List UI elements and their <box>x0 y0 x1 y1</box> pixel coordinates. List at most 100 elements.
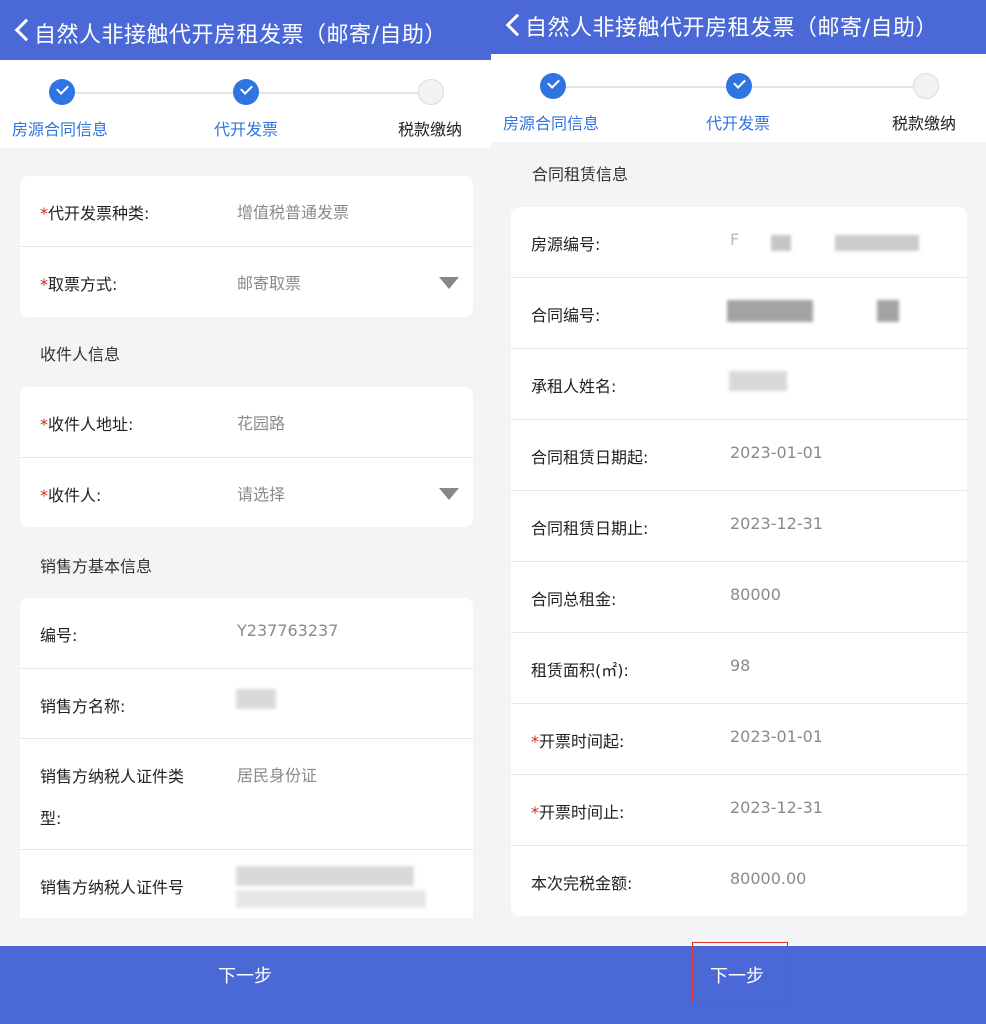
lease-start-value: 2023-01-01 <box>730 443 823 462</box>
page-title: 自然人非接触代开房租发票（邮寄/自助） <box>34 23 447 48</box>
required-mark: * <box>531 732 539 751</box>
step-label-invoice: 代开发票 <box>214 120 279 139</box>
dropdown-triangle-icon[interactable] <box>439 488 459 500</box>
redacted-seller-id <box>236 866 414 886</box>
total-rent-row: 合同总租金: 80000 <box>511 561 967 632</box>
seller-id-type-label-2: 型: <box>40 809 62 828</box>
recipient-address-value: 花园路 <box>237 414 286 433</box>
step-label-tax: 税款缴纳 <box>398 120 463 139</box>
tax-amount-label: 本次完税金额: <box>531 874 633 893</box>
lease-end-label: 合同租赁日期止: <box>531 519 649 538</box>
invoice-end-label: 开票时间止: <box>539 803 625 822</box>
step-connector <box>739 86 925 88</box>
step-pending-icon <box>913 73 939 99</box>
step-label-invoice: 代开发票 <box>706 114 771 133</box>
recipient-address-label: 收件人地址: <box>48 415 134 434</box>
seller-id-number-label: 销售方纳税人证件号 <box>40 878 185 897</box>
invoice-start-value[interactable]: 2023-01-01 <box>730 727 823 746</box>
progress-steps: 房源合同信息 代开发票 税款缴纳 <box>0 60 491 148</box>
property-no-label: 房源编号: <box>531 235 601 254</box>
seller-id-type-label-1: 销售方纳税人证件类 <box>40 767 185 786</box>
recipient-address-row[interactable]: *收件人地址: 花园路 <box>20 387 473 457</box>
redacted-contract-no <box>727 300 813 322</box>
step-label-property: 房源合同信息 <box>503 114 600 133</box>
bottom-action-bar: 下一步 <box>0 946 491 1024</box>
required-mark: * <box>531 803 539 822</box>
contract-card: 房源编号: F 合同编号: 承租人姓名: 合同租赁日期起: 2023-01-01… <box>511 207 967 916</box>
seller-section-title: 销售方基本信息 <box>40 557 153 576</box>
tax-amount-row: 本次完税金额: 80000.00 <box>511 845 967 916</box>
top-bar: 自然人非接触代开房租发票（邮寄/自助） <box>0 0 491 60</box>
step-check-icon <box>726 73 752 99</box>
lease-start-label: 合同租赁日期起: <box>531 448 649 467</box>
redacted-seller-name <box>236 689 276 709</box>
recipient-row[interactable]: *收件人: 请选择 <box>20 457 473 527</box>
left-screen: 自然人非接触代开房租发票（邮寄/自助） 房源合同信息 代开发票 税款缴纳 *代开… <box>0 0 491 1024</box>
required-mark: * <box>40 415 48 434</box>
pickup-method-value: 邮寄取票 <box>237 274 302 293</box>
highlight-box <box>692 942 788 1002</box>
contract-no-row: 合同编号: <box>511 277 967 348</box>
invoice-type-value: 增值税普通发票 <box>237 203 350 222</box>
invoice-start-row[interactable]: *开票时间起: 2023-01-01 <box>511 703 967 774</box>
invoice-card: *代开发票种类: 增值税普通发票 *取票方式: 邮寄取票 <box>20 176 473 317</box>
tax-amount-value: 80000.00 <box>730 869 807 888</box>
lease-end-value: 2023-12-31 <box>730 514 823 533</box>
total-rent-label: 合同总租金: <box>531 590 617 609</box>
step-check-icon <box>49 79 75 105</box>
invoice-end-row[interactable]: *开票时间止: 2023-12-31 <box>511 774 967 845</box>
bottom-action-bar: 下一步 <box>491 942 986 1024</box>
seller-id-type-row: 销售方纳税人证件类 型: 居民身份证 <box>20 738 473 849</box>
redacted-seller-id <box>236 890 426 908</box>
seller-number-value: Y237763237 <box>237 621 339 640</box>
seller-id-type-value: 居民身份证 <box>237 766 318 785</box>
pickup-method-row[interactable]: *取票方式: 邮寄取票 <box>20 246 473 317</box>
contract-section-title: 合同租赁信息 <box>532 165 629 184</box>
recipient-section-title: 收件人信息 <box>40 345 121 364</box>
pickup-method-label: 取票方式: <box>48 275 118 294</box>
invoice-type-row[interactable]: *代开发票种类: 增值税普通发票 <box>20 176 473 246</box>
invoice-type-label: 代开发票种类: <box>48 204 150 223</box>
step-connector <box>62 92 246 94</box>
seller-number-row: 编号: Y237763237 <box>20 598 473 668</box>
required-mark: * <box>40 486 48 505</box>
seller-number-label: 编号: <box>40 626 78 645</box>
seller-name-row: 销售方名称: <box>20 668 473 738</box>
recipient-card: *收件人地址: 花园路 *收件人: 请选择 <box>20 387 473 527</box>
invoice-start-label: 开票时间起: <box>539 732 625 751</box>
redacted-property-no <box>771 235 791 251</box>
area-label: 租赁面积(㎡): <box>531 661 629 680</box>
recipient-select-placeholder[interactable]: 请选择 <box>237 481 285 505</box>
progress-steps: 房源合同信息 代开发票 税款缴纳 <box>491 54 986 142</box>
dropdown-triangle-icon[interactable] <box>439 277 459 289</box>
page-title: 自然人非接触代开房租发票（邮寄/自助） <box>525 16 938 41</box>
area-row: 租赁面积(㎡): 98 <box>511 632 967 703</box>
total-rent-value: 80000 <box>730 585 781 604</box>
step-check-icon <box>540 73 566 99</box>
recipient-label: 收件人: <box>48 486 102 505</box>
top-bar: 自然人非接触代开房租发票（邮寄/自助） <box>491 0 986 54</box>
seller-name-label: 销售方名称: <box>40 697 126 716</box>
seller-card: 编号: Y237763237 销售方名称: 销售方纳税人证件类 型: 居民身份证… <box>20 598 473 918</box>
property-no-prefix: F <box>730 230 740 249</box>
step-label-tax: 税款缴纳 <box>892 114 957 133</box>
next-step-button[interactable]: 下一步 <box>218 962 272 988</box>
step-connector <box>246 92 430 94</box>
redacted-property-no <box>835 235 919 251</box>
step-pending-icon <box>418 79 444 105</box>
invoice-end-value[interactable]: 2023-12-31 <box>730 798 823 817</box>
step-check-icon <box>233 79 259 105</box>
right-screen: 自然人非接触代开房租发票（邮寄/自助） 房源合同信息 代开发票 税款缴纳 合同租… <box>491 0 986 1024</box>
lease-end-row: 合同租赁日期止: 2023-12-31 <box>511 490 967 561</box>
step-label-property: 房源合同信息 <box>12 120 109 139</box>
lease-start-row: 合同租赁日期起: 2023-01-01 <box>511 419 967 490</box>
redacted-tenant-name <box>729 371 787 391</box>
tenant-name-row: 承租人姓名: <box>511 348 967 419</box>
required-mark: * <box>40 204 48 223</box>
required-mark: * <box>40 275 48 294</box>
step-connector <box>553 86 739 88</box>
tenant-name-label: 承租人姓名: <box>531 377 617 396</box>
seller-id-number-row: 销售方纳税人证件号 <box>20 849 473 918</box>
property-no-row: 房源编号: F <box>511 207 967 277</box>
redacted-contract-no <box>877 300 899 322</box>
